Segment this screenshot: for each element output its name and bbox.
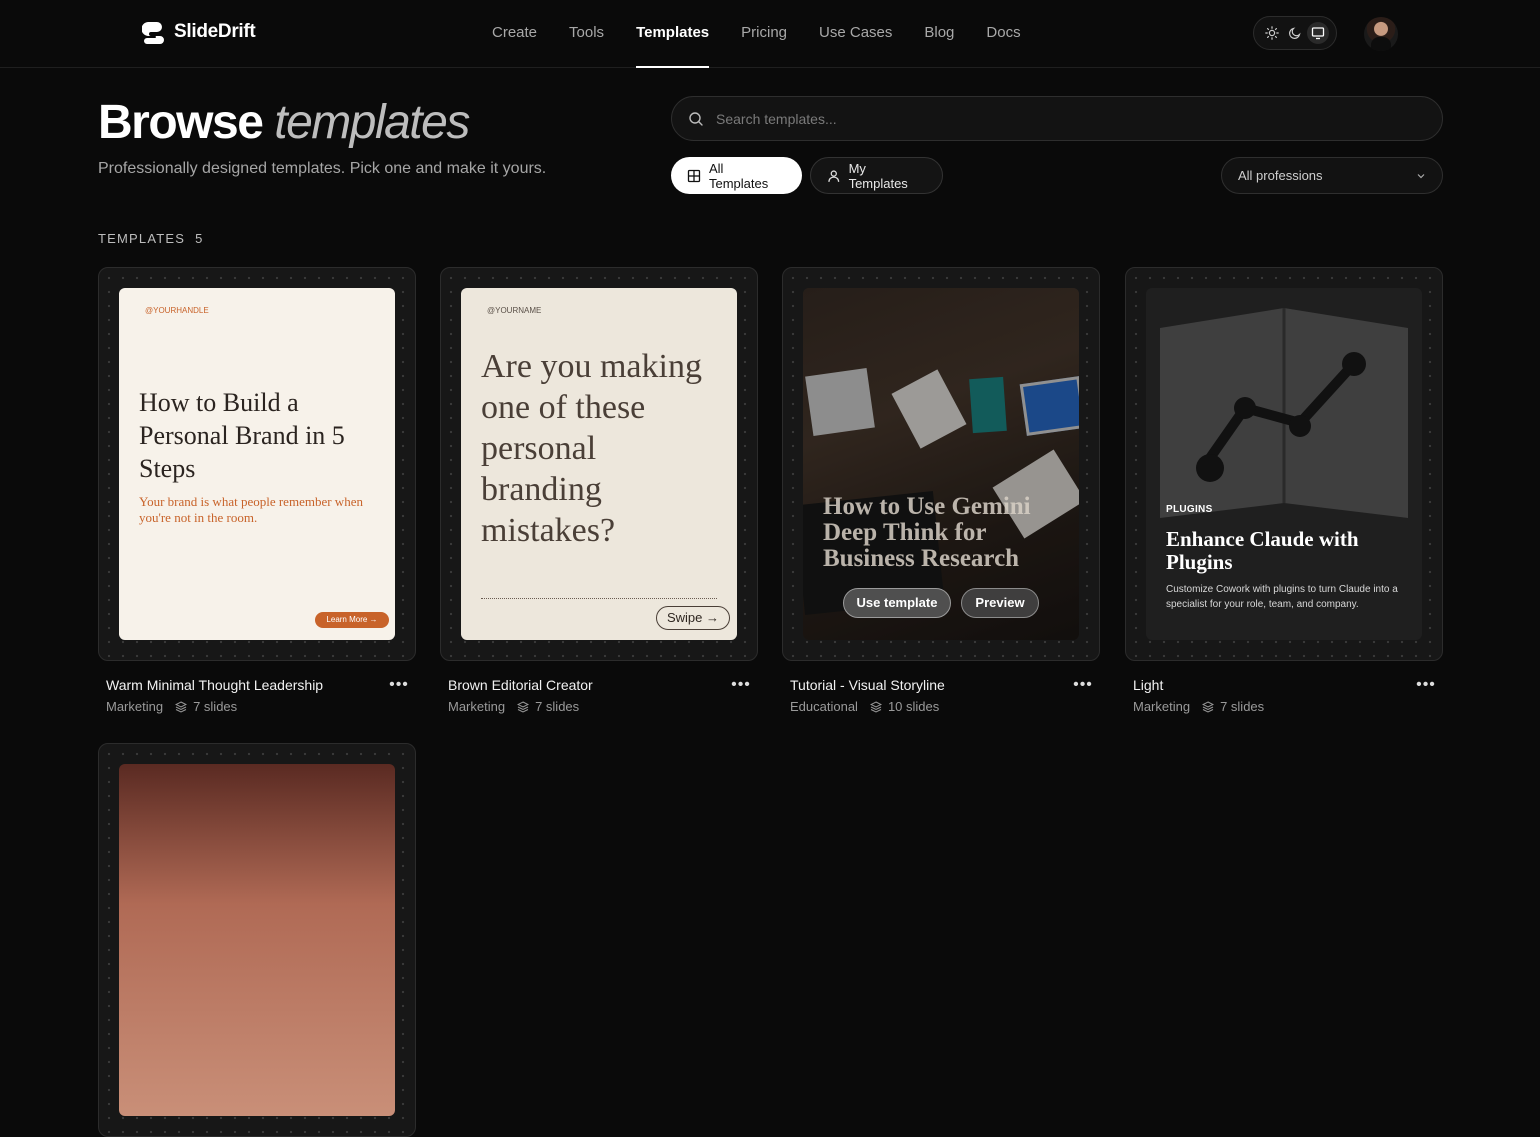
template-name[interactable]: Tutorial - Visual Storyline xyxy=(790,677,945,693)
template-thumbnail[interactable]: @YOURHANDLE How to Build a Personal Bran… xyxy=(119,288,395,640)
template-thumbnail[interactable]: @YOURNAME Are you making one of these pe… xyxy=(461,288,737,640)
search-icon xyxy=(689,111,703,126)
chart-sketch-illustration xyxy=(1160,308,1408,518)
thumb-cta: Learn More → xyxy=(315,612,389,628)
thumb-headline: How to Use Gemini Deep Think for Busines… xyxy=(823,493,1031,572)
thumb-headline: How to Build a Personal Brand in 5 Steps xyxy=(139,388,345,483)
more-options-icon[interactable]: ••• xyxy=(388,677,410,696)
moon-icon xyxy=(1289,27,1301,39)
template-count: 5 xyxy=(195,231,204,246)
template-slide-count: 7 slides xyxy=(1220,699,1265,714)
thumb-headline: Enhance Claude with Plugins xyxy=(1166,527,1359,574)
user-avatar[interactable] xyxy=(1364,17,1398,51)
page-title-bold: Browse xyxy=(98,96,264,149)
all-templates-tab[interactable]: All Templates xyxy=(671,157,802,194)
template-card-5[interactable] xyxy=(98,743,416,1137)
logo[interactable]: SlideDrift xyxy=(142,20,256,44)
template-meta: Marketing 7 slides xyxy=(448,699,579,714)
nav-pricing[interactable]: Pricing xyxy=(725,0,803,68)
hover-overlay xyxy=(803,288,1079,640)
thumb-handle: @YOURHANDLE xyxy=(145,306,209,315)
thumb-headline: Are you making one of these personal bra… xyxy=(481,348,702,549)
thumb-body: Customize Cowork with plugins to turn Cl… xyxy=(1166,584,1398,610)
user-icon xyxy=(828,169,840,182)
main-menu: Create Tools Templates Pricing Use Cases… xyxy=(476,0,1037,68)
nav-docs[interactable]: Docs xyxy=(970,0,1036,68)
template-card-2[interactable]: @YOURNAME Are you making one of these pe… xyxy=(440,267,758,661)
template-meta: Marketing 7 slides xyxy=(106,699,237,714)
layers-icon xyxy=(1202,700,1215,713)
nav-create[interactable]: Create xyxy=(476,0,553,68)
nav-blog[interactable]: Blog xyxy=(908,0,970,68)
more-options-icon[interactable]: ••• xyxy=(1415,677,1437,696)
layers-icon xyxy=(517,700,530,713)
theme-toggle xyxy=(1253,16,1337,50)
template-slide-count: 7 slides xyxy=(535,699,580,714)
thumb-body: Your brand is what people remember when … xyxy=(139,494,363,525)
template-name[interactable]: Light xyxy=(1133,677,1163,693)
template-meta: Educational 10 slides xyxy=(790,699,939,714)
template-card-1[interactable]: @YOURHANDLE How to Build a Personal Bran… xyxy=(98,267,416,661)
layers-icon xyxy=(869,700,882,713)
template-category: Marketing xyxy=(106,699,164,714)
template-thumbnail[interactable] xyxy=(119,764,395,1116)
sun-icon xyxy=(1264,26,1279,40)
monitor-icon xyxy=(1312,27,1325,40)
nav-tools[interactable]: Tools xyxy=(553,0,620,68)
profession-select[interactable]: All professions xyxy=(1221,157,1443,194)
template-slide-count: 10 slides xyxy=(887,699,940,714)
thumb-cta: Swipe → xyxy=(656,606,730,630)
template-meta: Marketing 7 slides xyxy=(1133,699,1264,714)
my-templates-label: My Templates xyxy=(848,160,908,191)
template-thumbnail[interactable]: PLUGINS Enhance Claude with Plugins Cust… xyxy=(1146,288,1422,640)
search-bar xyxy=(671,96,1443,141)
nav-templates[interactable]: Templates xyxy=(620,0,725,68)
chevron-down-icon xyxy=(1417,173,1425,178)
template-thumbnail[interactable]: How to Use Gemini Deep Think for Busines… xyxy=(803,288,1079,640)
template-category: Marketing xyxy=(448,699,506,714)
template-card-3[interactable]: How to Use Gemini Deep Think for Busines… xyxy=(782,267,1100,661)
system-theme-button[interactable] xyxy=(1307,22,1330,44)
more-options-icon[interactable]: ••• xyxy=(730,677,752,696)
layers-icon xyxy=(175,700,188,713)
page-title-italic: templates xyxy=(274,96,470,149)
template-name[interactable]: Warm Minimal Thought Leadership xyxy=(106,677,323,693)
my-templates-tab[interactable]: My Templates xyxy=(810,157,943,194)
template-slide-count: 7 slides xyxy=(193,699,238,714)
page-subtitle: Professionally designed templates. Pick … xyxy=(98,160,547,177)
slidedrift-logo-icon xyxy=(142,22,164,44)
top-navbar: SlideDrift Create Tools Templates Pricin… xyxy=(0,0,1540,68)
use-template-button[interactable]: Use template xyxy=(843,588,951,618)
thumb-tag: PLUGINS xyxy=(1166,504,1213,515)
grid-icon xyxy=(687,169,701,182)
template-category: Marketing xyxy=(1133,699,1191,714)
templates-section-label: TEMPLATES 5 xyxy=(98,231,204,246)
all-templates-label: All Templates xyxy=(708,160,769,191)
app-name: SlideDrift xyxy=(174,21,256,42)
profession-select-value: All professions xyxy=(1238,168,1323,183)
template-category: Educational xyxy=(790,699,858,714)
preview-button[interactable]: Preview xyxy=(961,588,1039,618)
template-name[interactable]: Brown Editorial Creator xyxy=(448,677,593,693)
dark-theme-button[interactable] xyxy=(1284,22,1306,44)
page-title: Browse templates xyxy=(98,94,470,152)
thumb-handle: @YOURNAME xyxy=(487,306,542,315)
search-input[interactable] xyxy=(716,110,1396,127)
template-card-4[interactable]: PLUGINS Enhance Claude with Plugins Cust… xyxy=(1125,267,1443,661)
thumb-divider xyxy=(481,598,717,599)
section-title: TEMPLATES xyxy=(98,231,186,246)
nav-use-cases[interactable]: Use Cases xyxy=(803,0,908,68)
more-options-icon[interactable]: ••• xyxy=(1072,677,1094,696)
light-theme-button[interactable] xyxy=(1261,22,1283,44)
